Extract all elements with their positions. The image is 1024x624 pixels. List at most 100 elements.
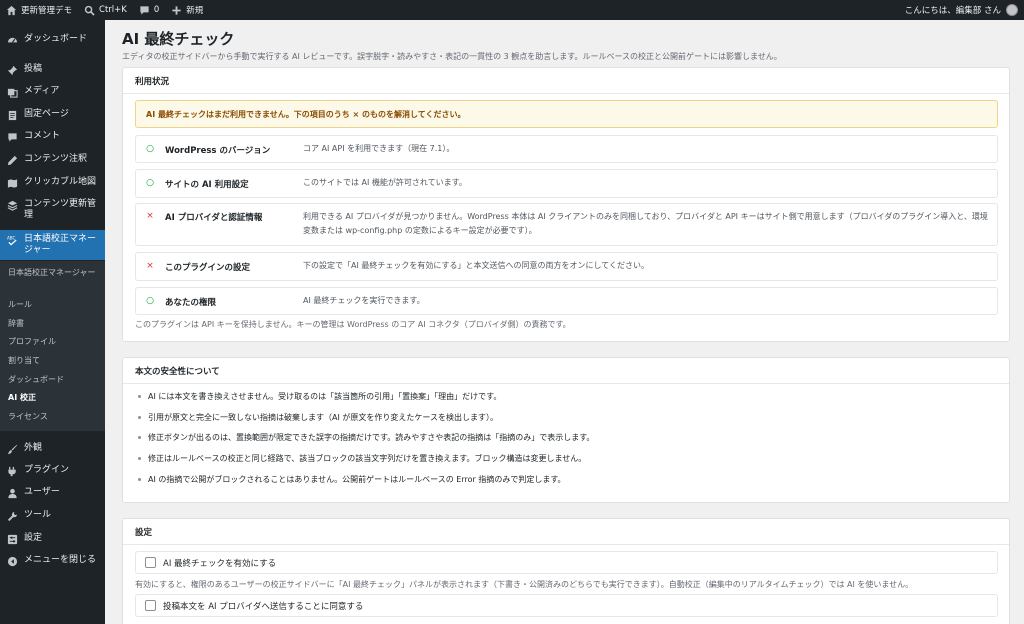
- sidebar-item-annotations[interactable]: コンテンツ注釈: [0, 154, 105, 166]
- safety-list: AI には本文を書き換えさせません。受け取るのは「該当箇所の引用」「置換案」「理…: [135, 392, 995, 495]
- settings-icon: [6, 533, 18, 545]
- consent-row[interactable]: 投稿本文を AI プロバイダへ送信することに同意する: [135, 594, 998, 617]
- submenu-item-assignments[interactable]: 割り当て: [0, 356, 48, 366]
- comments-count: 0: [153, 5, 160, 15]
- sidebar-item-label: 外観: [24, 443, 43, 453]
- consent-label[interactable]: 投稿本文を AI プロバイダへ送信することに同意する: [163, 600, 363, 612]
- status-error-icon: ×: [146, 211, 154, 221]
- sidebar-item-proofreading-manager[interactable]: ABC 日本語校正マネージャー: [0, 230, 105, 260]
- status-row-permission: ○ あなたの権限 AI 最終チェックを実行できます。: [135, 287, 998, 315]
- submenu-item-ai-proofreading[interactable]: AI 校正: [0, 393, 44, 403]
- sidebar-item-users[interactable]: ユーザー: [0, 487, 105, 499]
- enable-ai-check-checkbox[interactable]: [145, 557, 156, 568]
- status-label: AI プロバイダと認証情報: [165, 213, 263, 223]
- status-ok-icon: ○: [146, 296, 154, 306]
- sidebar-item-settings[interactable]: 設定: [0, 533, 105, 545]
- search-shortcut[interactable]: Ctrl+K: [78, 0, 133, 20]
- sidebar-item-plugins[interactable]: プラグイン: [0, 465, 105, 477]
- avatar: [1006, 4, 1018, 16]
- sidebar-item-clickable-map[interactable]: クリッカブル地図: [0, 177, 105, 189]
- sidebar-item-dashboard[interactable]: ダッシュボード: [0, 34, 105, 46]
- site-name: 更新管理デモ: [21, 6, 73, 16]
- sidebar-item-appearance[interactable]: 外観: [0, 443, 105, 455]
- list-item: 修正ボタンが出るのは、置換範囲が限定できた誤字の指摘だけです。読みやすさや表記の…: [135, 433, 995, 454]
- settings-heading: 設定: [123, 519, 1009, 545]
- enable-ai-check-row[interactable]: AI 最終チェックを有効にする: [135, 551, 998, 574]
- sidebar-item-label: ツール: [24, 510, 52, 520]
- sidebar-item-media[interactable]: メディア: [0, 86, 105, 98]
- site-name-link[interactable]: 更新管理デモ: [0, 0, 78, 20]
- status-label: サイトの AI 利用設定: [165, 180, 249, 190]
- page-icon: [6, 109, 18, 121]
- status-error-icon: ×: [146, 261, 154, 271]
- unavailable-notice: AI 最終チェックはまだ利用できません。下の項目のうち × のものを解消してくだ…: [135, 100, 998, 128]
- usage-card: 利用状況 AI 最終チェックはまだ利用できません。下の項目のうち × のものを解…: [122, 67, 1010, 342]
- sidebar-item-label: コンテンツ更新管理: [24, 199, 97, 220]
- sidebar-item-label: コメント: [24, 131, 61, 141]
- safety-heading: 本文の安全性について: [123, 358, 1009, 384]
- collapse-icon: [6, 555, 18, 567]
- sidebar-item-label: ユーザー: [24, 487, 60, 497]
- enable-ai-check-label[interactable]: AI 最終チェックを有効にする: [163, 557, 276, 569]
- status-label: このプラグインの設定: [165, 263, 251, 273]
- sidebar-item-content-update[interactable]: コンテンツ更新管理: [0, 199, 105, 221]
- greeting: こんにちは、編集部 さん: [904, 6, 1001, 16]
- stack-icon: [6, 199, 18, 211]
- sidebar-item-label: ダッシュボード: [24, 34, 88, 44]
- home-icon: [6, 5, 17, 16]
- list-item: 引用が原文と完全に一致しない指摘は破棄します（AI が原文を作り変えたケースを検…: [135, 413, 995, 434]
- media-icon: [6, 86, 18, 98]
- list-item: AI には本文を書き換えさせません。受け取るのは「該当箇所の引用」「置換案」「理…: [135, 392, 995, 413]
- admin-sidebar: ダッシュボード 投稿 メディア 固定ページ コメント コンテンツ注釈 クリッカブ…: [0, 20, 105, 624]
- user-icon: [6, 487, 18, 499]
- sidebar-item-posts[interactable]: 投稿: [0, 64, 105, 76]
- status-row-wp-version: ○ WordPress のバージョン コア AI API を利用できます（現在 …: [135, 135, 998, 163]
- wrench-icon: [6, 510, 18, 522]
- consent-checkbox[interactable]: [145, 600, 156, 611]
- sidebar-item-label: クリッカブル地図: [24, 177, 97, 187]
- pen-icon: [6, 154, 18, 166]
- status-row-ai-provider: × AI プロバイダと認証情報 利用できる AI プロバイダが見つかりません。W…: [135, 203, 998, 246]
- status-desc: 下の設定で「AI 最終チェックを有効にする」と本文送信への同意の両方をオンにして…: [303, 261, 649, 270]
- sidebar-item-label: 日本語校正マネージャー: [24, 234, 97, 255]
- new-label: 新規: [186, 6, 204, 16]
- status-row-plugin-settings: × このプラグインの設定 下の設定で「AI 最終チェックを有効にする」と本文送信…: [135, 252, 998, 281]
- comments-link[interactable]: 0: [133, 0, 165, 20]
- comment-icon: [6, 131, 18, 143]
- sidebar-item-comments[interactable]: コメント: [0, 131, 105, 143]
- list-item: AI の指摘で公開がブロックされることはありません。公開前ゲートはルールベースの…: [135, 475, 995, 496]
- new-content-link[interactable]: 新規: [165, 0, 209, 20]
- pin-icon: [6, 64, 18, 76]
- sidebar-item-pages[interactable]: 固定ページ: [0, 109, 105, 121]
- status-ok-icon: ○: [146, 144, 154, 154]
- status-desc: 利用できる AI プロバイダが見つかりません。WordPress 本体は AI …: [303, 212, 988, 235]
- search-icon: [84, 5, 95, 16]
- list-item: 修正はルールベースの校正と同じ経路で、該当ブロックの該当文字列だけを置き換えます…: [135, 454, 995, 475]
- status-desc: AI 最終チェックを実行できます。: [303, 296, 425, 305]
- sidebar-item-label: プラグイン: [24, 465, 70, 475]
- map-icon: [6, 177, 18, 189]
- plus-icon: [171, 5, 182, 16]
- submenu-item-dictionary[interactable]: 辞書: [0, 319, 32, 329]
- sidebar-item-tools[interactable]: ツール: [0, 510, 105, 522]
- enable-help-text: 有効にすると、権限のあるユーザーの校正サイドバーに「AI 最終チェック」パネルが…: [135, 580, 914, 589]
- page-title: AI 最終チェック: [122, 30, 235, 48]
- sidebar-submenu: 日本語校正マネージャー ルール 辞書 プロファイル 割り当て ダッシュボード A…: [0, 261, 105, 431]
- dashboard-icon: [6, 34, 18, 46]
- safety-card: 本文の安全性について AI には本文を書き換えさせません。受け取るのは「該当箇所…: [122, 357, 1010, 503]
- account-menu[interactable]: こんにちは、編集部 さん: [905, 4, 1024, 16]
- status-row-site-ai: ○ サイトの AI 利用設定 このサイトでは AI 機能が許可されています。: [135, 169, 998, 198]
- submenu-item-license[interactable]: ライセンス: [0, 412, 56, 422]
- status-label: WordPress のバージョン: [165, 146, 271, 156]
- submenu-item-profiles[interactable]: プロファイル: [0, 337, 64, 347]
- brush-icon: [6, 443, 18, 455]
- admin-bar: 更新管理デモ Ctrl+K 0 新規 こんにちは、編集部 さん: [0, 0, 1024, 20]
- submenu-item-rules[interactable]: ルール: [0, 300, 40, 310]
- submenu-item-manager[interactable]: 日本語校正マネージャー: [0, 268, 103, 278]
- collapse-menu-button[interactable]: メニューを閉じる: [0, 555, 105, 567]
- submenu-item-dashboard[interactable]: ダッシュボード: [0, 375, 72, 385]
- status-ok-icon: ○: [146, 178, 154, 188]
- plugin-icon: [6, 465, 18, 477]
- comment-icon: [139, 5, 150, 16]
- status-desc: このサイトでは AI 機能が許可されています。: [303, 178, 467, 187]
